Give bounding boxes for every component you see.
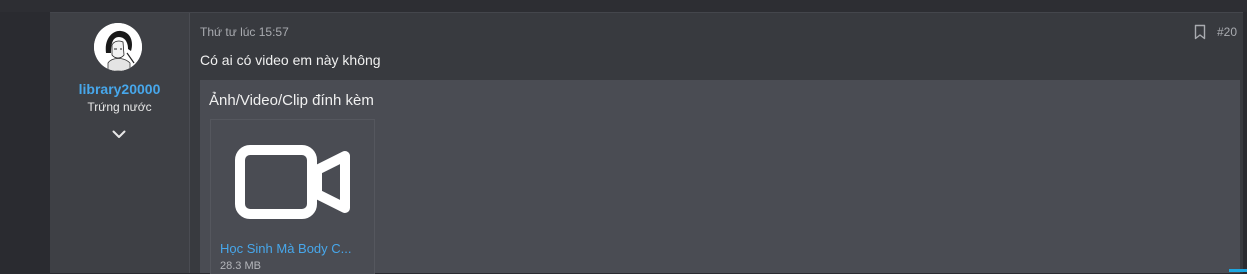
chevron-down-icon[interactable] <box>110 127 128 141</box>
post-message: Có ai có video em này không <box>200 52 381 68</box>
avatar[interactable] <box>94 23 142 71</box>
attachments-title: Ảnh/Video/Clip đính kèm <box>209 92 374 109</box>
user-title: Trứng nước <box>87 100 152 114</box>
forum-post: library20000 Trứng nước Thứ tư lúc 15:57… <box>50 12 1243 274</box>
attachment-file-name[interactable]: Học Sinh Mà Body C... <box>220 241 362 256</box>
user-column: library20000 Trứng nước <box>50 13 190 273</box>
attachment-file-size: 28.3 MB <box>220 260 261 272</box>
top-bar <box>0 0 1247 12</box>
post-number-link[interactable]: #20 <box>1217 25 1237 39</box>
attachments-block: Ảnh/Video/Clip đính kèm Học Sinh Mà Body… <box>200 80 1240 274</box>
post-date[interactable]: Thứ tư lúc 15:57 <box>200 25 289 39</box>
bookmark-icon[interactable] <box>1193 24 1207 40</box>
attachment-item[interactable]: Học Sinh Mà Body C... 28.3 MB <box>210 119 375 274</box>
username-link[interactable]: library20000 <box>50 81 189 97</box>
video-camera-icon[interactable] <box>232 136 352 226</box>
